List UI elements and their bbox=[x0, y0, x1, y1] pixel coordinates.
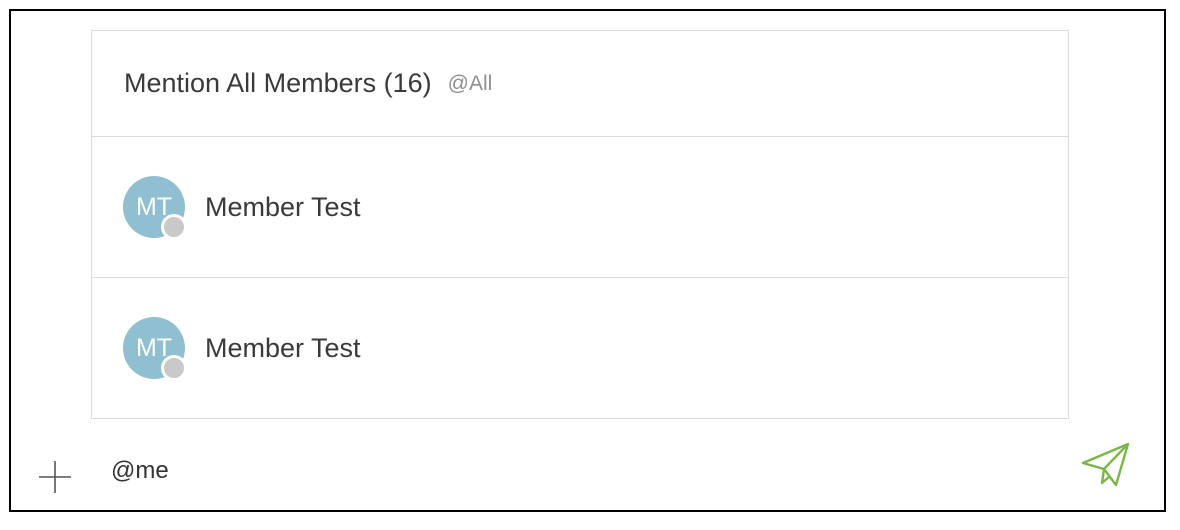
chat-window: Mention All Members (16) @All MT Member … bbox=[9, 9, 1166, 512]
presence-status-indicator bbox=[161, 355, 187, 381]
member-suggestion-item[interactable]: MT Member Test bbox=[92, 137, 1068, 278]
avatar: MT bbox=[123, 176, 187, 240]
plus-icon[interactable] bbox=[37, 459, 73, 495]
presence-status-indicator bbox=[161, 214, 187, 240]
avatar: MT bbox=[123, 317, 187, 381]
member-name: Member Test bbox=[205, 191, 361, 222]
mention-suggestions-popup: Mention All Members (16) @All MT Member … bbox=[91, 30, 1069, 419]
member-suggestion-item[interactable]: MT Member Test bbox=[92, 278, 1068, 418]
mention-all-item[interactable]: Mention All Members (16) @All bbox=[92, 31, 1068, 137]
message-input[interactable] bbox=[111, 451, 1011, 491]
message-composer bbox=[11, 421, 1164, 511]
mention-all-handle: @All bbox=[447, 71, 493, 95]
mention-all-label: Mention All Members (16) bbox=[124, 68, 432, 98]
member-name: Member Test bbox=[205, 332, 361, 363]
send-icon[interactable] bbox=[1080, 439, 1132, 491]
